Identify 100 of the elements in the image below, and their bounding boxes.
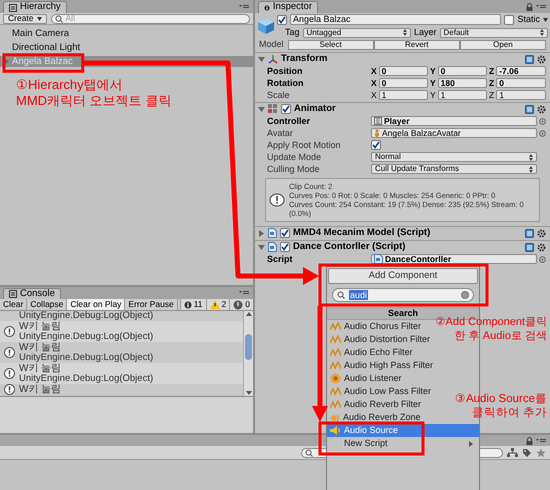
name-field[interactable]: Angela Balzac xyxy=(290,14,502,25)
model-button[interactable]: Revert xyxy=(374,40,460,50)
scrollbar[interactable] xyxy=(243,311,253,396)
dropdown[interactable]: Cull Update Transforms xyxy=(371,164,537,174)
hierarchy-tab[interactable]: Hierarchy xyxy=(3,1,67,13)
menu-item[interactable]: Audio Chorus Filter xyxy=(344,322,422,331)
axes-icon xyxy=(268,54,278,64)
annotation-arrow xyxy=(279,267,319,285)
foldout-icon[interactable] xyxy=(258,56,265,62)
hierarchy-icon[interactable] xyxy=(507,448,518,457)
foldout-icon[interactable] xyxy=(258,106,265,112)
object-field[interactable]: Player xyxy=(371,116,537,126)
property-label: Rotation xyxy=(267,78,304,88)
count-toggle[interactable]: 0 xyxy=(229,299,253,310)
speaker-icon xyxy=(330,426,341,435)
waveform-icon xyxy=(330,400,341,409)
axis-label: Y xyxy=(430,66,436,76)
gear-icon[interactable] xyxy=(537,104,546,114)
warning-icon xyxy=(210,300,220,309)
menu-item[interactable]: Audio Low Pass Filter xyxy=(344,387,432,396)
number-field[interactable]: 0 xyxy=(378,78,428,88)
object-picker-icon[interactable] xyxy=(539,256,546,262)
console-tab[interactable]: Console xyxy=(3,288,61,299)
hierarchy-item[interactable]: Main Camera xyxy=(12,28,70,38)
menu-icon[interactable] xyxy=(536,438,546,444)
menu-item[interactable]: Audio Reverb Filter xyxy=(344,400,422,409)
hierarchy-item[interactable]: Directional Light xyxy=(12,42,80,52)
dropdown[interactable]: Normal xyxy=(371,152,537,162)
search-icon xyxy=(337,291,346,299)
number-field[interactable]: 1 xyxy=(378,90,428,100)
help-icon[interactable] xyxy=(525,54,534,64)
number-field[interactable]: 1 xyxy=(438,90,487,100)
menu-icon[interactable] xyxy=(239,4,249,10)
field-label: Layer xyxy=(414,26,437,39)
menu-item[interactable]: Audio Echo Filter xyxy=(344,348,413,357)
component-title[interactable]: Dance Contorller (Script) xyxy=(293,242,522,252)
enable-checkbox[interactable] xyxy=(280,242,290,252)
object-field[interactable]: Angela BalzacAvatar xyxy=(371,128,537,138)
waveform-icon xyxy=(330,361,341,370)
static-checkbox[interactable] xyxy=(504,14,514,24)
model-button[interactable]: Select xyxy=(288,40,374,50)
count-toggle[interactable]: 11 xyxy=(180,299,206,310)
menu-item[interactable]: Audio Source xyxy=(327,424,479,437)
number-field[interactable]: 0 xyxy=(438,66,487,76)
axis-label: Z xyxy=(489,90,494,100)
enable-checkbox[interactable] xyxy=(280,228,290,238)
menu-item[interactable]: Audio High Pass Filter xyxy=(344,361,434,370)
axis-label: X xyxy=(371,78,377,88)
menu-item[interactable]: Audio Distortion Filter xyxy=(344,335,430,344)
figure-icon xyxy=(374,128,380,138)
component-title[interactable]: MMD4 Mecanim Model (Script) xyxy=(293,228,522,238)
number-field[interactable]: 180 xyxy=(438,78,487,88)
number-field[interactable]: -7.06 xyxy=(496,66,546,76)
clear-icon[interactable] xyxy=(461,291,469,299)
number-field[interactable]: 1 xyxy=(496,90,546,100)
menu-item[interactable]: Audio Reverb Zone xyxy=(343,413,421,422)
log-message: W키 눌림 xyxy=(19,322,62,332)
property-label: Position xyxy=(267,66,304,76)
menu-item[interactable]: New Script xyxy=(344,439,388,448)
create-button[interactable]: Create xyxy=(3,14,47,24)
tag-dropdown[interactable]: Untagged xyxy=(302,28,411,38)
list-icon xyxy=(9,4,17,12)
caret-icon xyxy=(36,16,42,20)
model-button[interactable]: Open xyxy=(460,40,546,50)
search-field[interactable]: audi xyxy=(332,288,474,302)
lock-icon[interactable] xyxy=(526,2,533,10)
waveform-icon xyxy=(330,335,341,344)
script-icon xyxy=(268,242,277,252)
menu-item[interactable]: Audio Listener xyxy=(344,374,402,383)
lock-icon[interactable] xyxy=(526,436,533,444)
checkbox[interactable] xyxy=(371,140,381,150)
object-field[interactable]: DanceContorller xyxy=(371,254,537,264)
enable-checkbox[interactable] xyxy=(281,104,291,114)
layer-dropdown[interactable]: Default xyxy=(440,28,548,38)
annotation-text: ①Hierarchy탭에서 MMD캐릭터 오브젝트 클릭 xyxy=(16,77,172,109)
menu-icon[interactable] xyxy=(239,290,249,296)
number-field[interactable]: 0 xyxy=(378,66,428,76)
active-checkbox[interactable] xyxy=(277,14,287,24)
foldout-icon[interactable] xyxy=(258,244,265,250)
foldout-icon[interactable] xyxy=(258,230,265,236)
updown-icon xyxy=(540,29,544,36)
component-title[interactable]: Animator xyxy=(294,104,522,114)
static-label: Static xyxy=(517,12,540,26)
check-icon xyxy=(278,16,286,24)
toolbar-button[interactable]: Clear on Play xyxy=(67,299,126,310)
star-icon[interactable] xyxy=(536,448,546,458)
number-field[interactable]: 0 xyxy=(496,78,546,88)
axis-label: X xyxy=(371,90,377,100)
inspector-tab[interactable]: Inspector xyxy=(258,1,318,13)
component-title[interactable]: Transform xyxy=(281,54,522,64)
add-component-button[interactable]: Add Component xyxy=(328,268,478,284)
waveform-icon xyxy=(330,348,341,357)
toolbar-button[interactable]: Clear xyxy=(0,299,28,310)
menu-icon[interactable] xyxy=(536,4,546,10)
gear-icon[interactable] xyxy=(537,54,546,64)
count-toggle[interactable]: 2 xyxy=(206,299,230,310)
tag-icon[interactable] xyxy=(522,448,532,458)
log-trace: UnityEngine.Debug:Log(Object) xyxy=(19,374,154,384)
help-icon[interactable] xyxy=(525,104,534,114)
log-message: W키 눌림 xyxy=(19,342,62,352)
